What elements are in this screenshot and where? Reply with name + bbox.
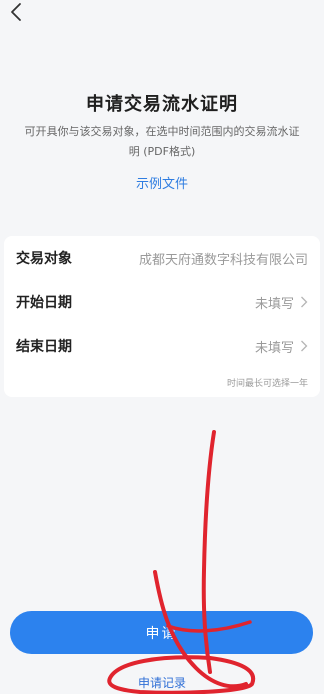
submit-button[interactable]: 申请 — [10, 611, 313, 654]
row-value: 成都天府通数字科技有限公司 — [138, 252, 308, 268]
row-counterparty[interactable]: 交易对象 成都天府通数字科技有限公司 — [4, 236, 320, 280]
back-button[interactable] — [4, 0, 28, 24]
chevron-right-icon — [300, 340, 308, 352]
form-card: 交易对象 成都天府通数字科技有限公司 开始日期 未填写 结束日期 未填写 时间最… — [4, 236, 320, 397]
row-end-date[interactable]: 结束日期 未填写 — [4, 324, 320, 368]
row-label: 结束日期 — [16, 339, 72, 355]
example-file-link[interactable]: 示例文件 — [0, 173, 324, 192]
page-subtitle: 可开具你与该交易对象，在选中时间范围内的交易流水证明 (PDF格式) — [24, 125, 300, 158]
row-value: 未填写 — [254, 340, 294, 356]
chevron-right-icon — [300, 296, 308, 308]
application-records-link[interactable]: 申请记录 — [0, 674, 324, 691]
row-value: 未填写 — [254, 296, 294, 312]
range-hint: 时间最长可选择一年 — [226, 379, 308, 389]
row-label: 交易对象 — [16, 251, 72, 267]
row-label: 开始日期 — [16, 295, 72, 311]
page-title: 申请交易流水证明 — [86, 94, 238, 115]
submit-label: 申请 — [145, 625, 178, 642]
chevron-left-icon — [11, 3, 21, 21]
row-start-date[interactable]: 开始日期 未填写 — [4, 280, 320, 324]
